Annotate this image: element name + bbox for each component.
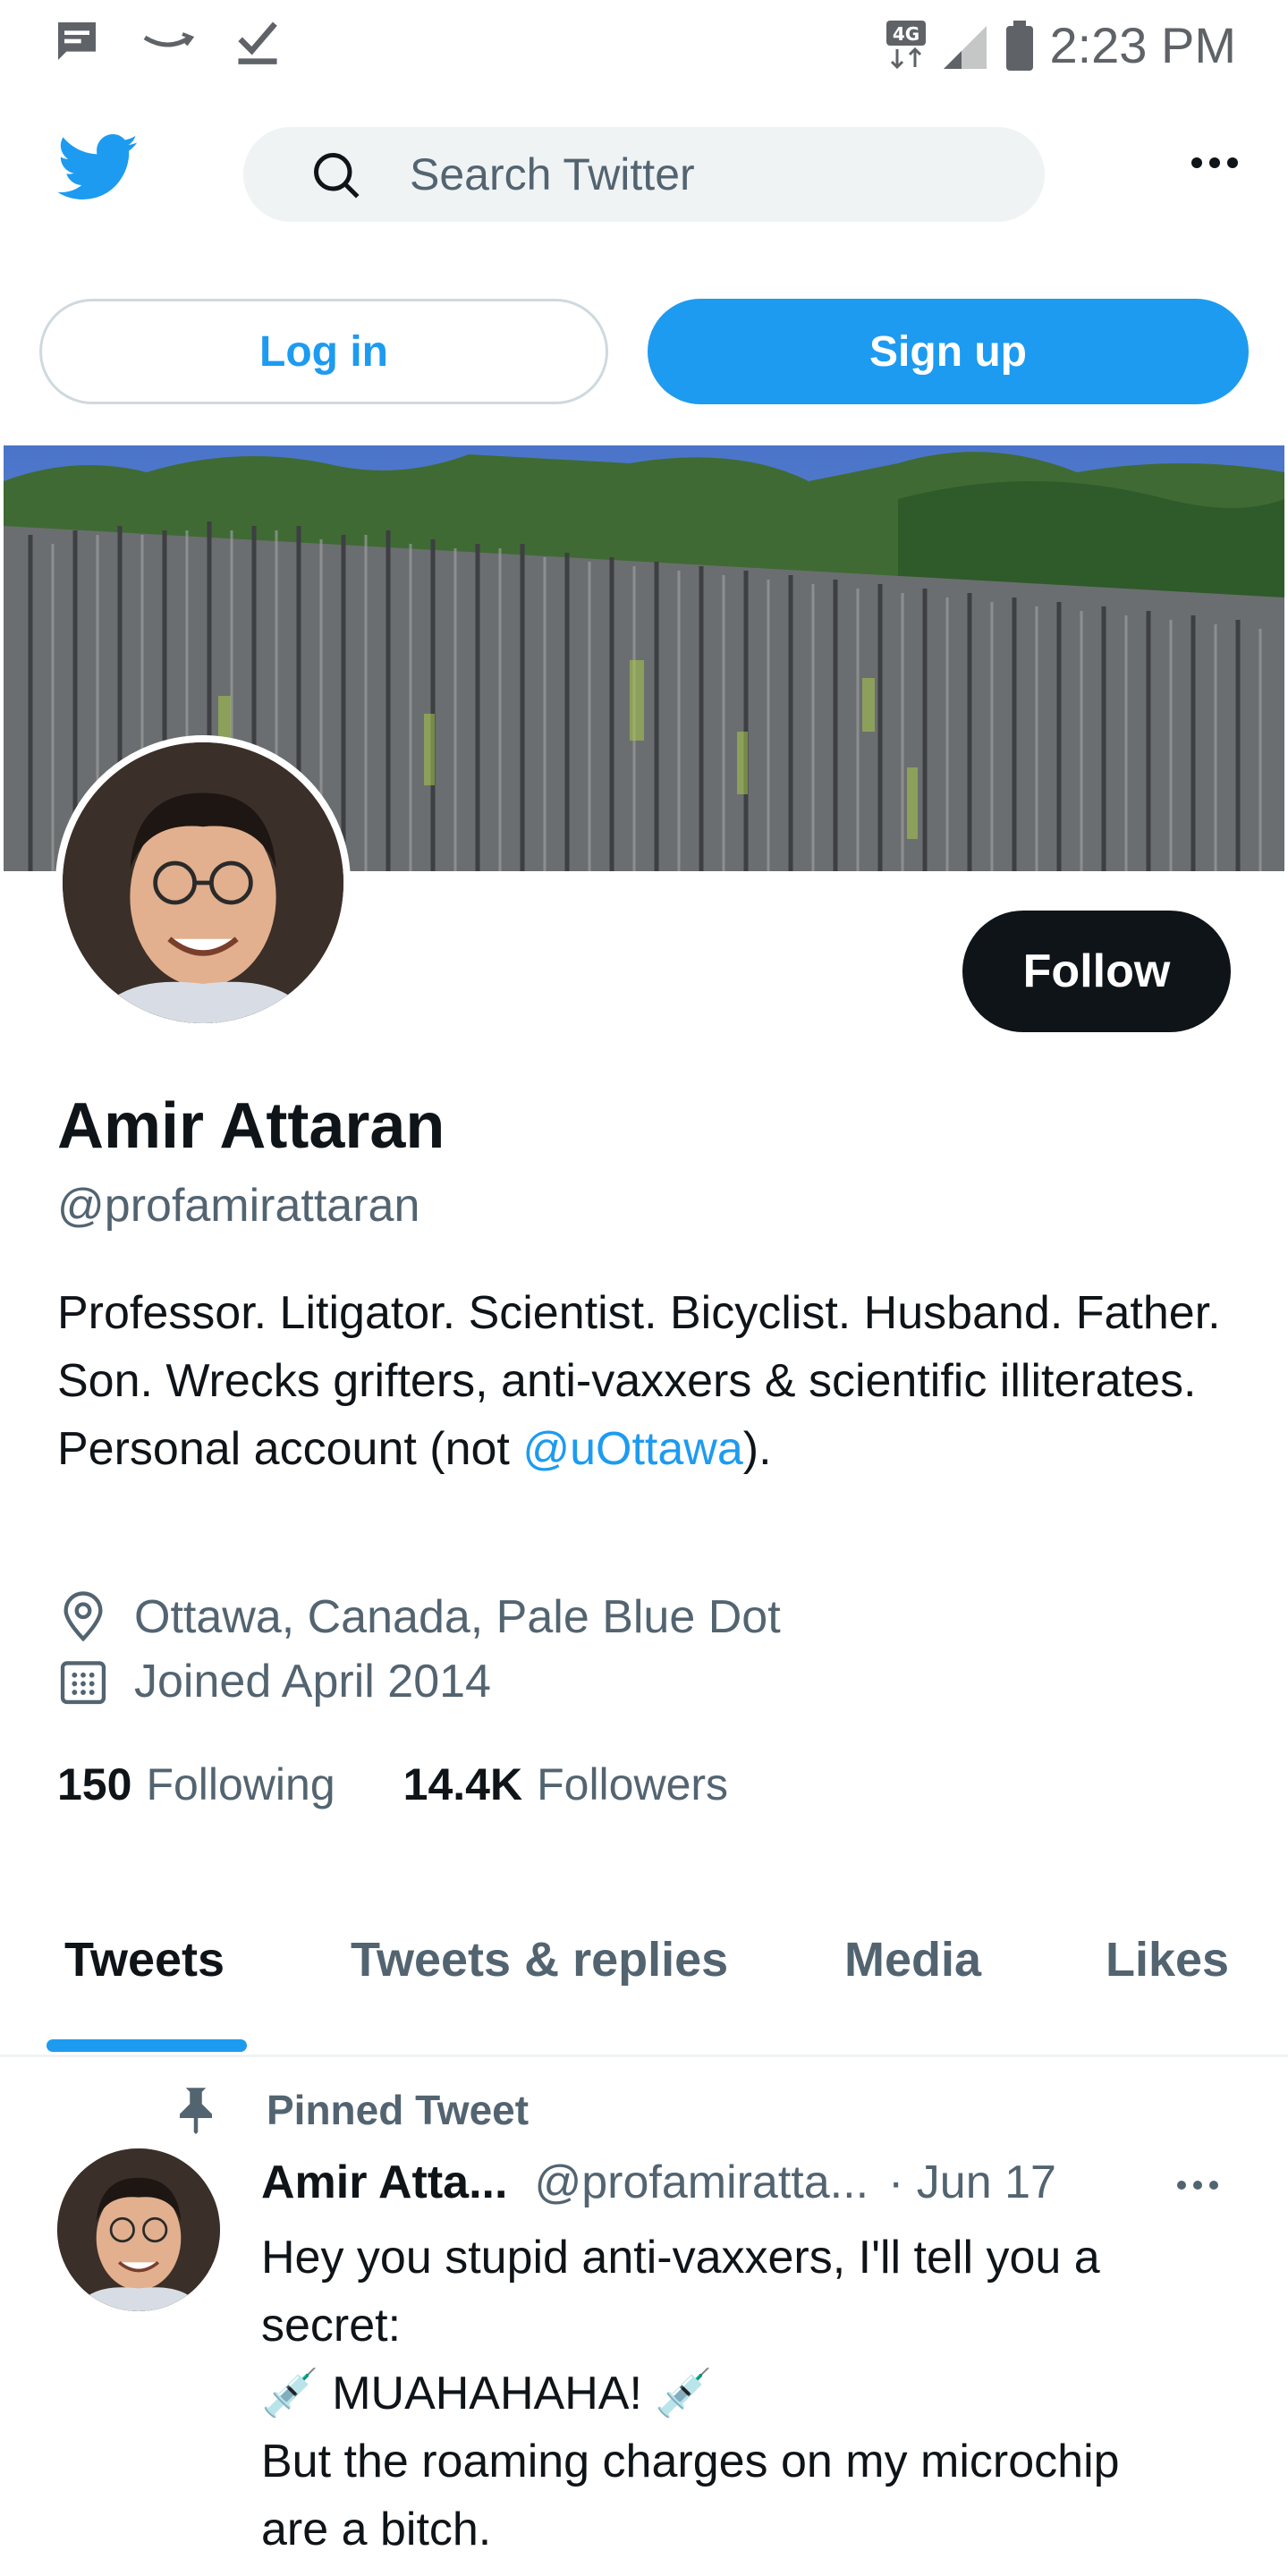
tab-tweets-replies[interactable]: Tweets & replies (351, 1932, 728, 1987)
follow-button[interactable]: Follow (962, 911, 1231, 1032)
tweet-author-handle[interactable]: @profamiratta... (534, 2156, 869, 2209)
twitter-bird-icon[interactable] (57, 134, 140, 207)
profile-name: Amir Attaran (57, 1090, 445, 1162)
followers-label: Followers (537, 1759, 729, 1809)
profile-bio: Professor. Litigator. Scientist. Bicycli… (57, 1279, 1238, 1483)
pinned-label: Pinned Tweet (175, 2086, 529, 2134)
tweet-line: secret: (261, 2300, 402, 2351)
tweet-author-avatar[interactable] (57, 2148, 220, 2311)
profile-tabs: Tweets Tweets & replies Media Likes (0, 1905, 1288, 2057)
bio-mention-link[interactable]: @uOttawa (522, 1423, 742, 1475)
search-box[interactable]: Search Twitter (243, 127, 1045, 222)
joined-text: Joined April 2014 (134, 1656, 491, 1707)
amazon-icon (141, 23, 195, 59)
tweet-header: Amir Atta... @profamiratta... · Jun 17 (261, 2156, 1245, 2209)
profile-handle: @profamirattaran (57, 1180, 420, 1232)
following-link[interactable]: 150 Following (57, 1758, 335, 1810)
pin-icon (175, 2086, 216, 2134)
message-icon (52, 16, 102, 66)
calendar-icon (57, 1656, 116, 1707)
pinned-tweet-text: Pinned Tweet (267, 2087, 530, 2133)
network-4g-icon: 4G (886, 20, 927, 71)
followers-link[interactable]: 14.4K Followers (403, 1758, 728, 1810)
tweet-text[interactable]: Hey you stupid anti-vaxxers, I'll tell y… (261, 2224, 1245, 2563)
profile-joined: Joined April 2014 (57, 1655, 491, 1708)
tweet-line: 💉 MUAHAHAHA! 💉 (261, 2368, 714, 2419)
tweet-line: But the roaming charges on my microchip (261, 2436, 1120, 2487)
location-text: Ottawa, Canada, Pale Blue Dot (134, 1591, 781, 1643)
search-input[interactable]: Search Twitter (410, 148, 695, 200)
tweet-line: are a bitch. (261, 2504, 492, 2555)
svg-text:4G: 4G (893, 23, 919, 45)
status-bar: 4G 2:23 PM (0, 0, 1288, 86)
profile-stats: 150 Following 14.4K Followers (57, 1758, 728, 1810)
location-pin-icon (57, 1591, 116, 1643)
tweet-line: Hey you stupid anti-vaxxers, I'll tell y… (261, 2232, 1100, 2284)
battery-icon (1004, 20, 1035, 71)
following-label: Following (146, 1759, 335, 1809)
tab-tweets[interactable]: Tweets (64, 1932, 225, 1987)
profile-avatar[interactable] (55, 735, 351, 1030)
tweet-date[interactable]: · Jun 17 (888, 2156, 1056, 2209)
download-check-icon (234, 16, 281, 66)
login-button[interactable]: Log in (39, 299, 608, 404)
bio-end: ). (742, 1423, 772, 1475)
tab-likes[interactable]: Likes (1106, 1932, 1229, 1987)
tweet-author-name[interactable]: Amir Atta... (261, 2156, 507, 2209)
following-count: 150 (57, 1759, 132, 1809)
top-header: Search Twitter (0, 107, 1288, 242)
profile-location: Ottawa, Canada, Pale Blue Dot (57, 1590, 781, 1644)
active-tab-indicator (47, 2039, 247, 2052)
signal-icon (940, 22, 990, 69)
signup-button[interactable]: Sign up (648, 299, 1249, 404)
search-icon (309, 148, 363, 207)
more-options-icon[interactable] (1191, 157, 1238, 168)
tab-media[interactable]: Media (844, 1932, 981, 1987)
clock: 2:23 PM (1049, 17, 1236, 73)
followers-count: 14.4K (402, 1759, 523, 1809)
tweet-more-icon[interactable] (1177, 2181, 1218, 2190)
